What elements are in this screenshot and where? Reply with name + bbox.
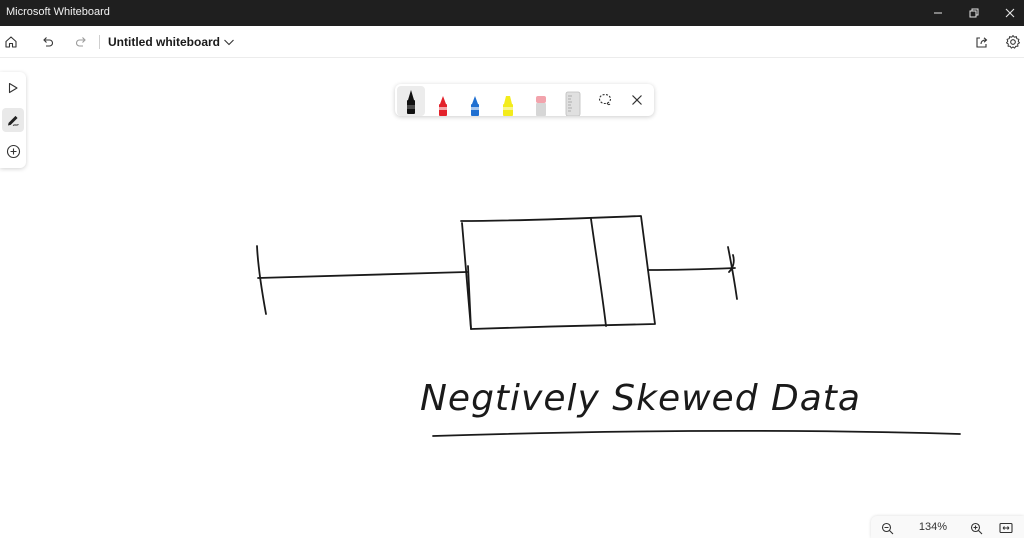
- blue-pen-icon: [471, 96, 479, 116]
- black-pen-icon: [407, 90, 415, 114]
- caption-text: Negtively Skewed Data: [420, 378, 861, 419]
- lasso-icon: [598, 93, 612, 106]
- add-tool-button[interactable]: [2, 139, 24, 163]
- blue-pen[interactable]: [461, 87, 489, 116]
- whiteboard-canvas[interactable]: Negtively Skewed Data: [0, 0, 1024, 538]
- black-pen[interactable]: [397, 86, 425, 116]
- red-pen[interactable]: [429, 87, 457, 116]
- side-toolbar: [0, 72, 26, 168]
- zoom-level: 134%: [918, 521, 948, 533]
- select-tool-button[interactable]: [2, 76, 24, 100]
- pen-icon: [7, 115, 19, 126]
- fit-to-screen-icon: [999, 522, 1013, 534]
- box-plot-drawing: [256, 215, 738, 330]
- zoom-controls: 134%: [871, 516, 1024, 538]
- ruler[interactable]: [559, 87, 587, 116]
- highlighter-icon: [503, 96, 513, 116]
- plus-circle-icon: [6, 144, 20, 158]
- eraser[interactable]: [527, 87, 555, 116]
- fit-to-screen-button[interactable]: [997, 519, 1015, 537]
- zoom-out-icon: [881, 522, 893, 534]
- zoom-in-icon: [970, 522, 982, 534]
- zoom-in-button[interactable]: [967, 519, 985, 537]
- close-icon: [632, 95, 642, 105]
- red-pen-icon: [439, 96, 447, 116]
- eraser-icon: [536, 96, 546, 116]
- ink-tool-button[interactable]: [2, 108, 24, 132]
- zoom-out-button[interactable]: [878, 519, 896, 537]
- ruler-icon: [565, 91, 581, 116]
- lasso-button[interactable]: [591, 88, 619, 112]
- caption-underline: [432, 430, 961, 437]
- close-ink-toolbar-button[interactable]: [623, 88, 651, 112]
- yellow-highlighter[interactable]: [494, 87, 522, 116]
- handwritten-caption: Negtively Skewed Data: [420, 378, 961, 437]
- pointer-icon: [8, 82, 18, 94]
- ink-toolbar: [395, 84, 654, 116]
